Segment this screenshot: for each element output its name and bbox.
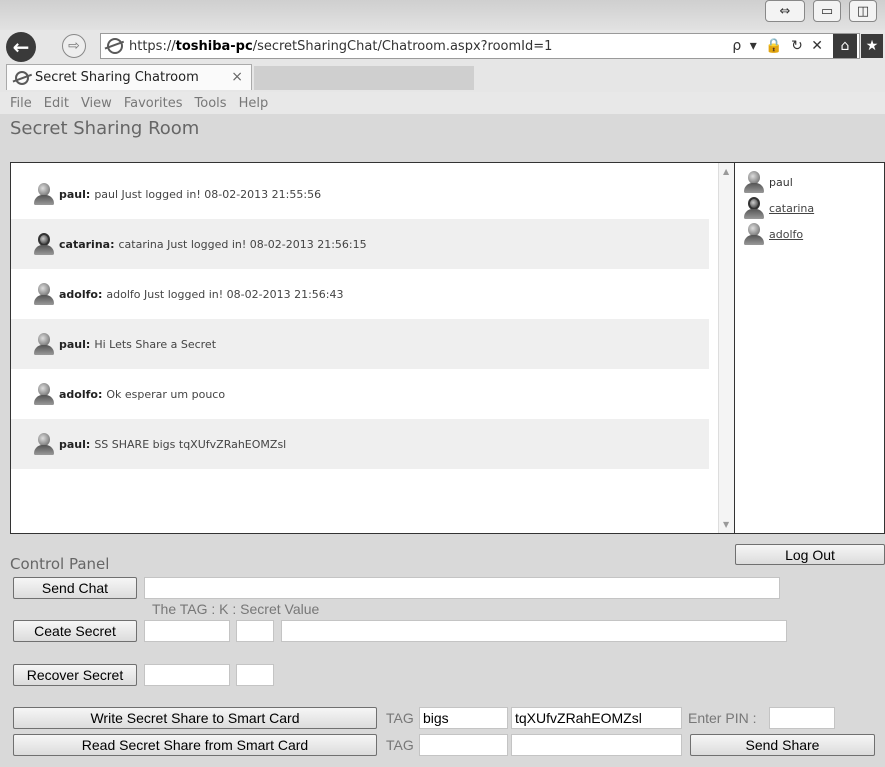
maximize-button[interactable]: ◫ (849, 0, 877, 22)
pin-label: Enter PIN : (688, 710, 757, 726)
pin-input[interactable] (769, 707, 835, 729)
chat-message-text: catarina: catarina Just logged in! 08-02-… (59, 238, 367, 251)
recover-secret-button[interactable]: Recover Secret (13, 664, 137, 686)
menu-tools[interactable]: Tools (195, 96, 227, 111)
user-name: paul (769, 175, 793, 189)
log-out-button[interactable]: Log Out (735, 544, 885, 565)
browser-chrome: ⇔ ▭ ◫ ← ⇨ https://toshiba-pc/secretShari… (0, 0, 885, 92)
ie-page-icon (107, 38, 123, 54)
restore-tabs-icon[interactable]: ⇔ (765, 0, 805, 22)
chat-message-body: Ok esperar um pouco (106, 387, 226, 401)
user-name[interactable]: catarina (769, 202, 814, 215)
chat-message: paul: paul Just logged in! 08-02-2013 21:… (11, 169, 709, 219)
chat-message-user: adolfo: (59, 387, 103, 401)
chat-message-body: adolfo Just logged in! 08-02-2013 21:56:… (106, 287, 344, 301)
recover-secret-tag-input[interactable] (144, 664, 230, 686)
chat-message-body: Hi Lets Share a Secret (94, 337, 217, 351)
send-share-button[interactable]: Send Share (690, 734, 875, 756)
user-avatar-icon (743, 170, 765, 194)
tab-title: Secret Sharing Chatroom (35, 70, 199, 85)
menu-view[interactable]: View (81, 96, 112, 111)
chat-message-text: paul: SS SHARE bigs tqXUfvZRahEOMZsl (59, 438, 286, 451)
chat-message-user: adolfo: (59, 287, 103, 301)
menu-bar: File Edit View Favorites Tools Help (0, 92, 885, 114)
chat-message-user: catarina: (59, 237, 115, 251)
chat-panel: paul: paul Just logged in! 08-02-2013 21:… (10, 162, 734, 534)
scroll-down-icon[interactable]: ▼ (723, 520, 729, 529)
menu-edit[interactable]: Edit (44, 96, 69, 111)
chat-scrollbar[interactable]: ▲ ▼ (718, 163, 734, 533)
user-avatar-icon (33, 382, 55, 406)
page-title: Secret Sharing Room (10, 118, 200, 139)
chat-message-body: SS SHARE bigs tqXUfvZRahEOMZsl (94, 437, 287, 451)
user-list-item[interactable]: catarina (735, 195, 884, 221)
menu-favorites[interactable]: Favorites (124, 96, 183, 111)
new-tab[interactable] (254, 66, 474, 90)
read-share-input[interactable] (511, 734, 682, 756)
secret-hint-label: The TAG : K : Secret Value (152, 601, 320, 617)
write-share-input[interactable]: tqXUfvZRahEOMZsl (511, 707, 682, 729)
user-avatar-icon (33, 432, 55, 456)
write-smart-card-button[interactable]: Write Secret Share to Smart Card (13, 707, 377, 729)
read-tag-input[interactable] (419, 734, 508, 756)
create-secret-value-input[interactable] (281, 620, 787, 642)
menu-help[interactable]: Help (239, 96, 269, 111)
chat-message-text: adolfo: Ok esperar um pouco (59, 388, 225, 401)
chat-message-body: paul Just logged in! 08-02-2013 21:55:56 (94, 187, 322, 201)
recover-secret-k-input[interactable] (236, 664, 274, 686)
user-list-item[interactable]: adolfo (735, 221, 884, 247)
user-name[interactable]: adolfo (769, 228, 803, 241)
title-bar: ⇔ ▭ ◫ (0, 0, 885, 30)
create-secret-tag-input[interactable] (144, 620, 230, 642)
send-chat-button[interactable]: Send Chat (13, 577, 137, 599)
user-avatar-icon (33, 332, 55, 356)
chat-message: paul: SS SHARE bigs tqXUfvZRahEOMZsl (11, 419, 709, 469)
chat-message-input[interactable] (144, 577, 780, 599)
menu-file[interactable]: File (10, 96, 32, 111)
write-tag-input[interactable]: bigs (419, 707, 508, 729)
chat-message-user: paul: (59, 437, 91, 451)
user-avatar-icon (33, 232, 55, 256)
control-panel-title: Control Panel (10, 555, 110, 573)
chat-message: catarina: catarina Just logged in! 08-02-… (11, 219, 709, 269)
user-avatar-icon (33, 282, 55, 306)
url-text: https://toshiba-pc/secretSharingChat/Cha… (129, 38, 553, 54)
user-avatar-icon (743, 196, 765, 220)
window-controls: ⇔ ▭ ◫ (765, 0, 877, 22)
ie-tab-icon (15, 70, 29, 85)
scroll-up-icon[interactable]: ▲ (723, 167, 729, 176)
create-secret-button[interactable]: Ceate Secret (13, 620, 137, 642)
chat-message: adolfo: Ok esperar um pouco (11, 369, 709, 419)
read-smart-card-button[interactable]: Read Secret Share from Smart Card (13, 734, 377, 756)
minimize-button[interactable]: ▭ (813, 0, 841, 22)
chat-message-user: paul: (59, 337, 91, 351)
user-avatar-icon (33, 182, 55, 206)
read-tag-label: TAG (386, 737, 414, 753)
home-icon[interactable]: ⌂ (833, 34, 857, 58)
write-tag-label: TAG (386, 710, 414, 726)
user-list: paul catarina adolfo (735, 163, 884, 247)
chat-message-body: catarina Just logged in! 08-02-2013 21:5… (118, 237, 367, 251)
back-button[interactable]: ← (6, 32, 36, 62)
chat-message-text: paul: Hi Lets Share a Secret (59, 338, 216, 351)
user-list-item: paul (735, 169, 884, 195)
chat-message-user: paul: (59, 187, 91, 201)
favorites-star-icon[interactable]: ★ (861, 34, 883, 58)
tab-close-icon[interactable]: × (231, 69, 243, 85)
users-panel: paul catarina adolfo (734, 162, 885, 534)
chat-message: adolfo: adolfo Just logged in! 08-02-2013… (11, 269, 709, 319)
forward-button[interactable]: ⇨ (62, 34, 86, 58)
create-secret-k-input[interactable] (236, 620, 274, 642)
chat-message-text: paul: paul Just logged in! 08-02-2013 21:… (59, 188, 321, 201)
user-avatar-icon (743, 222, 765, 246)
chat-message-text: adolfo: adolfo Just logged in! 08-02-2013… (59, 288, 344, 301)
tab-secret-sharing-chatroom[interactable]: Secret Sharing Chatroom × (6, 64, 252, 90)
chat-messages: paul: paul Just logged in! 08-02-2013 21:… (11, 169, 709, 469)
address-tools[interactable]: ρ ▾ 🔒 ↻ ✕ (732, 38, 825, 54)
chat-message: paul: Hi Lets Share a Secret (11, 319, 709, 369)
